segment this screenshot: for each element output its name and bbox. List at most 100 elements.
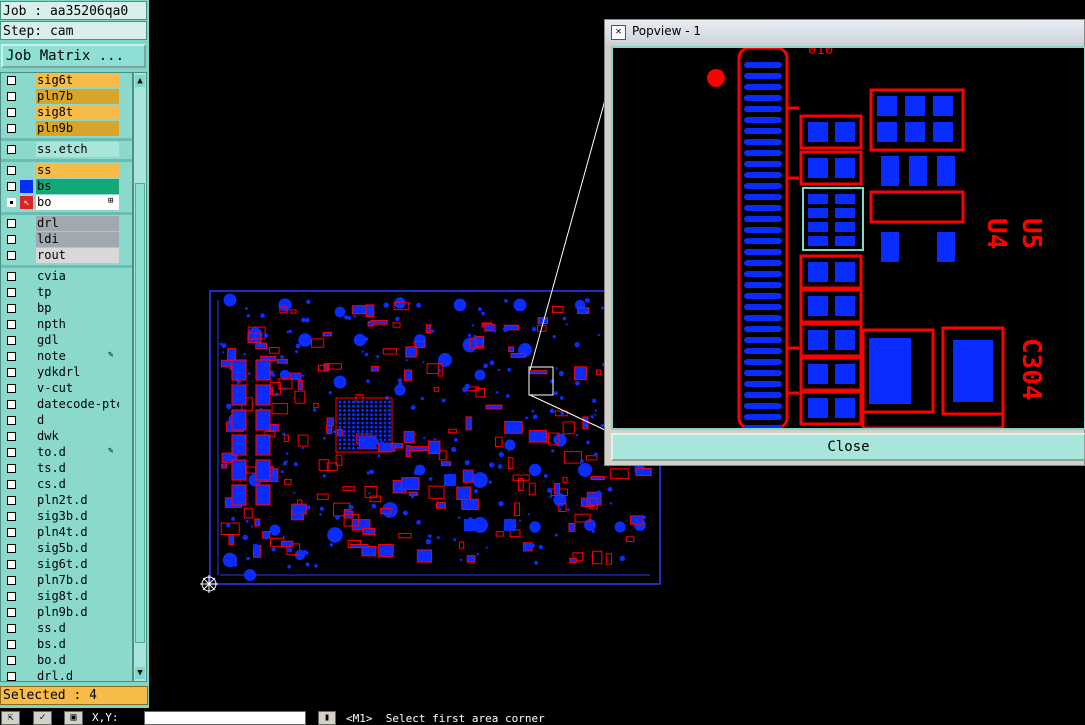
layer-checkbox[interactable] <box>7 400 16 409</box>
layer-name[interactable]: v-cut <box>36 381 119 396</box>
check-icon[interactable]: ✓ <box>33 711 52 725</box>
layer-checkbox[interactable] <box>7 352 16 361</box>
layer-name[interactable]: ss <box>36 163 119 178</box>
layer-row[interactable]: cvia <box>1 269 132 285</box>
close-button[interactable]: Close <box>613 435 1084 459</box>
layer-row[interactable]: bs <box>1 179 132 195</box>
layer-name[interactable]: sig8t <box>36 105 119 120</box>
layer-checkbox[interactable] <box>7 592 16 601</box>
layer-row[interactable]: cs.d <box>1 477 132 493</box>
layer-name[interactable]: bs <box>36 179 119 194</box>
layer-row[interactable]: ydkdrl <box>1 365 132 381</box>
layer-row[interactable]: sig8t <box>1 105 132 121</box>
scroll-down-icon[interactable]: ▼ <box>135 667 145 679</box>
layer-name[interactable]: sig6t <box>36 73 119 88</box>
layer-checkbox[interactable] <box>7 624 16 633</box>
zoom-icon[interactable]: ⇱ <box>1 711 20 725</box>
layer-row[interactable]: pln9b <box>1 121 132 137</box>
layer-checkbox[interactable] <box>7 544 16 553</box>
layer-name[interactable]: d <box>36 413 119 428</box>
layer-name[interactable]: ss.etch <box>36 142 119 157</box>
popview-canvas[interactable]: 010 U4 U5 C304 <box>611 46 1085 430</box>
layer-list-scrollbar[interactable]: ▲ ▼ <box>133 72 147 682</box>
layer-checkbox[interactable] <box>7 92 16 101</box>
layer-row[interactable]: pln4t.d <box>1 525 132 541</box>
job-matrix-button[interactable]: Job Matrix ... <box>1 44 146 68</box>
layer-checkbox[interactable] <box>7 512 16 521</box>
layer-checkbox[interactable] <box>7 448 16 457</box>
layer-name[interactable]: drl.d <box>36 669 119 681</box>
layer-name[interactable]: ts.d <box>36 461 119 476</box>
close-x-icon[interactable]: ✕ <box>611 25 626 40</box>
layer-checkbox[interactable] <box>7 336 16 345</box>
layer-row[interactable]: ↖ bo ⊞ <box>1 195 132 211</box>
layer-row[interactable]: bs.d <box>1 637 132 653</box>
layer-name[interactable]: to.d <box>36 445 119 460</box>
layer-checkbox[interactable] <box>7 272 16 281</box>
layer-row[interactable]: sig3b.d <box>1 509 132 525</box>
layer-row[interactable]: pln7b <box>1 89 132 105</box>
layer-name[interactable]: sig3b.d <box>36 509 119 524</box>
layer-name[interactable]: tp <box>36 285 119 300</box>
layer-name[interactable]: cvia <box>36 269 119 284</box>
layer-row[interactable]: pln7b.d <box>1 573 132 589</box>
layer-row[interactable]: drl <box>1 216 132 232</box>
layer-checkbox[interactable] <box>7 528 16 537</box>
layer-row[interactable]: sig6t.d <box>1 557 132 573</box>
layer-row[interactable]: ss <box>1 163 132 179</box>
layer-checkbox[interactable] <box>7 368 16 377</box>
layer-checkbox[interactable] <box>7 496 16 505</box>
layer-row[interactable]: sig6t <box>1 73 132 89</box>
layer-checkbox[interactable] <box>7 304 16 313</box>
window-icon[interactable]: ▣ <box>64 711 83 725</box>
layer-checkbox[interactable] <box>7 124 16 133</box>
layer-checkbox[interactable] <box>7 672 16 681</box>
layer-row[interactable]: v-cut <box>1 381 132 397</box>
layer-checkbox[interactable] <box>7 608 16 617</box>
layer-name[interactable]: ldi <box>36 232 119 247</box>
layer-row[interactable]: tp <box>1 285 132 301</box>
layer-checkbox[interactable] <box>7 416 16 425</box>
layer-checkbox[interactable] <box>7 235 16 244</box>
layer-name[interactable]: bo <box>36 195 119 210</box>
layer-checkbox[interactable] <box>7 219 16 228</box>
layer-name[interactable]: pln2t.d <box>36 493 119 508</box>
layer-name[interactable]: ss.d <box>36 621 119 636</box>
layer-name[interactable]: pln4t.d <box>36 525 119 540</box>
layer-name[interactable]: note <box>36 349 119 364</box>
coordinate-input[interactable] <box>144 711 306 725</box>
layer-checkbox[interactable] <box>7 198 16 207</box>
layer-checkbox[interactable] <box>7 166 16 175</box>
layer-name[interactable]: gdl <box>36 333 119 348</box>
layer-name[interactable]: sig6t.d <box>36 557 119 572</box>
layer-row[interactable]: gdl <box>1 333 132 349</box>
layer-row[interactable]: pln2t.d <box>1 493 132 509</box>
layer-name[interactable]: bo.d <box>36 653 119 668</box>
layer-name[interactable]: bs.d <box>36 637 119 652</box>
layer-row[interactable]: dwk <box>1 429 132 445</box>
layer-checkbox[interactable] <box>7 182 16 191</box>
layer-name[interactable]: datecode-pte <box>36 397 119 412</box>
layer-checkbox[interactable] <box>7 560 16 569</box>
layer-name[interactable]: sig8t.d <box>36 589 119 604</box>
layer-row[interactable]: ss.d <box>1 621 132 637</box>
layer-checkbox[interactable] <box>7 288 16 297</box>
layer-row[interactable]: pln9b.d <box>1 605 132 621</box>
layer-name[interactable]: pln7b.d <box>36 573 119 588</box>
work-layer-arrow-icon[interactable]: ↖ <box>20 196 33 209</box>
layer-name[interactable]: rout <box>36 248 119 263</box>
layer-checkbox[interactable] <box>7 480 16 489</box>
layer-checkbox[interactable] <box>7 432 16 441</box>
layer-checkbox[interactable] <box>7 576 16 585</box>
layer-row[interactable]: d <box>1 413 132 429</box>
layer-row[interactable]: bp <box>1 301 132 317</box>
layer-row[interactable]: bo.d <box>1 653 132 669</box>
layer-checkbox[interactable] <box>7 108 16 117</box>
layer-name[interactable]: cs.d <box>36 477 119 492</box>
layer-row[interactable]: sig5b.d <box>1 541 132 557</box>
layer-row[interactable]: note ✎ <box>1 349 132 365</box>
layer-name[interactable]: pln7b <box>36 89 119 104</box>
layer-row[interactable]: npth <box>1 317 132 333</box>
layer-name[interactable]: pln9b <box>36 121 119 136</box>
layer-row[interactable]: rout <box>1 248 132 264</box>
